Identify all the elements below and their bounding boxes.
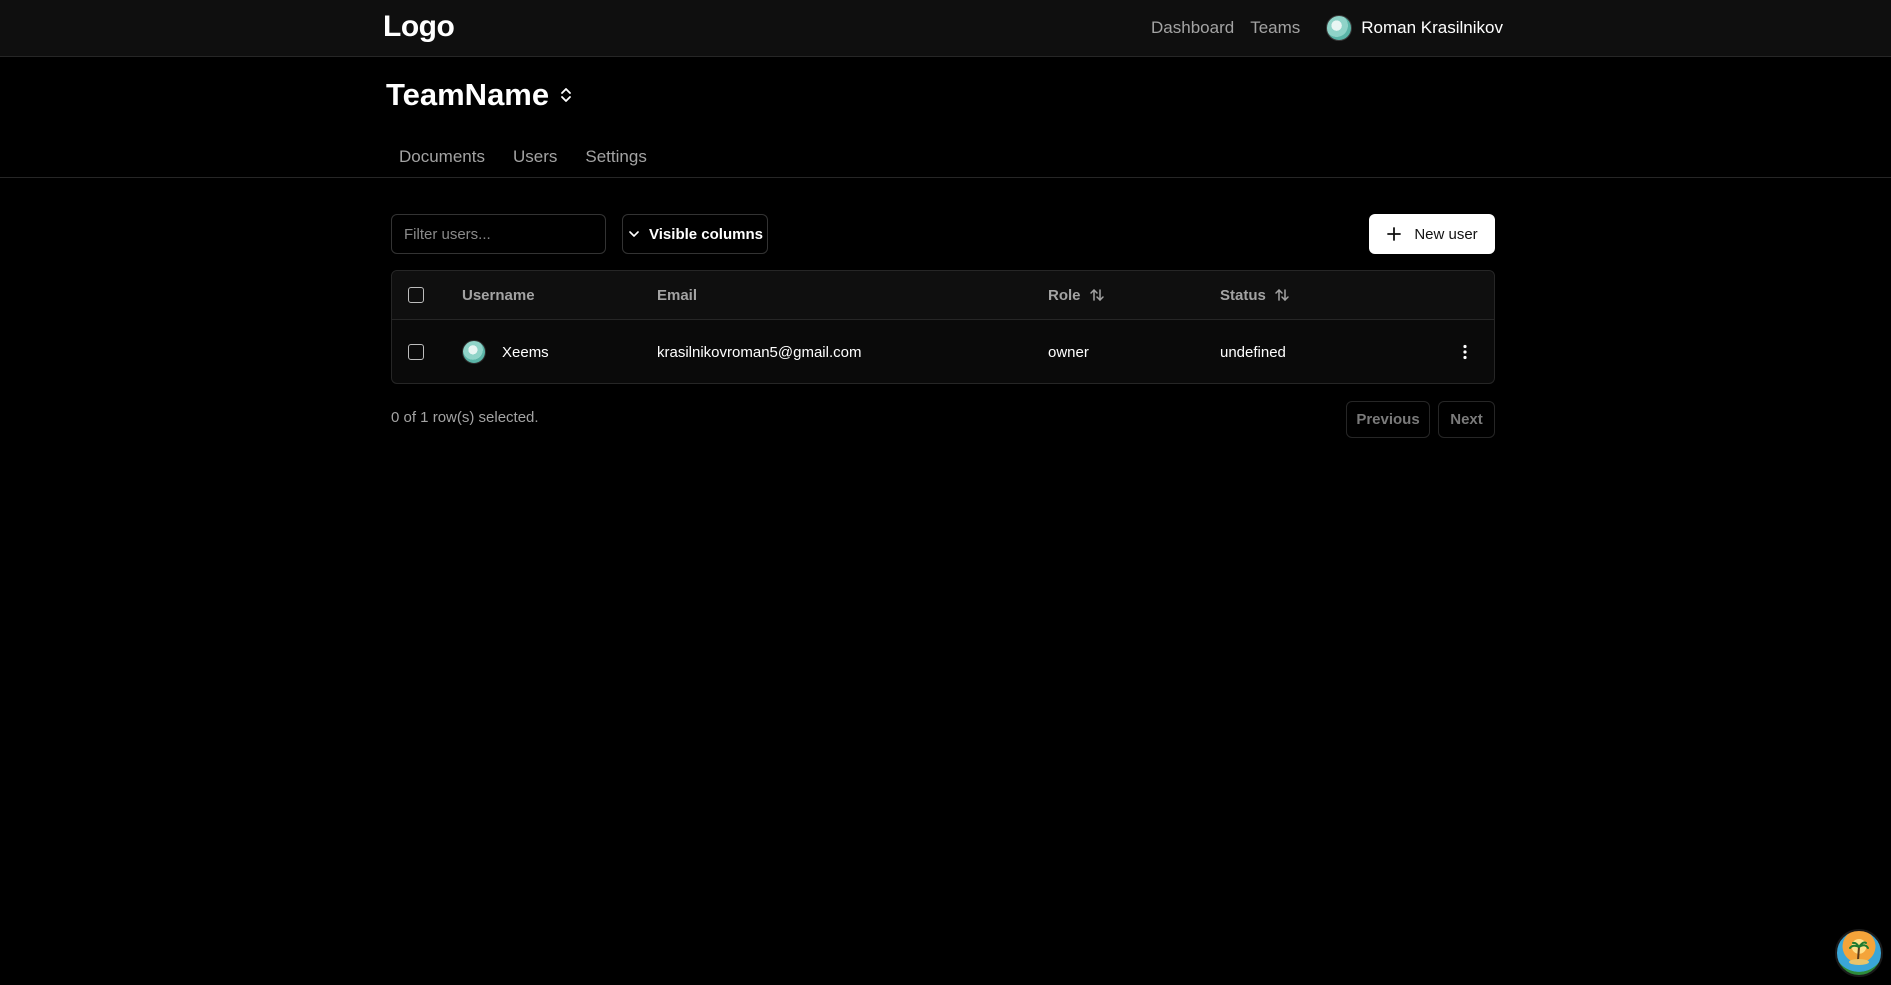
nav-link-teams[interactable]: Teams (1250, 18, 1300, 38)
table-row: Xeems krasilnikovroman5@gmail.com owner … (392, 320, 1494, 384)
filter-users-input[interactable] (391, 214, 606, 254)
select-all-cell (408, 271, 424, 319)
select-all-checkbox[interactable] (408, 287, 424, 303)
next-page-button[interactable]: Next (1438, 401, 1495, 438)
plus-icon (1387, 227, 1402, 241)
visible-columns-label: Visible columns (649, 225, 763, 243)
tab-users[interactable]: Users (500, 147, 570, 167)
nav-link-dashboard[interactable]: Dashboard (1151, 18, 1234, 38)
new-user-label: New user (1414, 225, 1478, 243)
tab-documents[interactable]: Documents (386, 147, 498, 167)
visible-columns-button[interactable]: Visible columns (622, 214, 768, 254)
username-cell: Xeems (462, 320, 549, 384)
main-nav: Dashboard Teams Roman Krasilnikov (1151, 0, 1503, 55)
column-header-username: Username (462, 286, 535, 304)
logo[interactable]: Logo (383, 10, 455, 44)
arrow-up-down-icon (1089, 289, 1104, 301)
arrow-up-down-icon (1275, 289, 1289, 301)
username-text: Xeems (502, 343, 549, 361)
user-avatar (1326, 14, 1353, 41)
column-header-role-label: Role (1048, 286, 1081, 304)
row-actions-button[interactable] (1455, 342, 1475, 362)
column-header-status[interactable]: Status (1220, 271, 1290, 319)
role-cell: owner (1048, 343, 1089, 361)
palm-island-icon (1849, 941, 1869, 965)
team-switcher[interactable]: TeamName (386, 77, 573, 113)
row-select-cell (408, 320, 424, 384)
team-tabs: Documents Users Settings (386, 147, 660, 167)
team-header: TeamName Documents Users Settings (0, 57, 1891, 178)
team-name: TeamName (386, 77, 550, 112)
row-checkbox[interactable] (408, 344, 424, 360)
avatar (462, 340, 486, 364)
column-header-email: Email (657, 286, 698, 304)
top-navbar: Logo Dashboard Teams Roman Krasilnikov (0, 0, 1891, 57)
new-user-button[interactable]: New user (1369, 214, 1495, 254)
chevron-down-icon (629, 231, 639, 237)
previous-page-button[interactable]: Previous (1346, 401, 1430, 438)
floating-launcher-button[interactable] (1835, 929, 1883, 977)
row-actions-cell (1455, 320, 1475, 384)
more-vertical-icon (1463, 344, 1467, 360)
email-cell: krasilnikovroman5@gmail.com (657, 343, 862, 361)
selection-count: 0 of 1 row(s) selected. (391, 409, 539, 426)
user-menu[interactable]: Roman Krasilnikov (1326, 14, 1503, 41)
chevrons-up-down-icon (561, 88, 572, 102)
users-table: Username Email Role Status Xeems krasiln… (391, 270, 1495, 384)
column-header-status-label: Status (1220, 286, 1266, 304)
column-header-role[interactable]: Role (1048, 271, 1105, 319)
status-cell: undefined (1220, 343, 1286, 361)
tab-settings[interactable]: Settings (572, 147, 659, 167)
user-name: Roman Krasilnikov (1361, 17, 1503, 37)
table-header-row: Username Email Role Status (392, 271, 1494, 320)
